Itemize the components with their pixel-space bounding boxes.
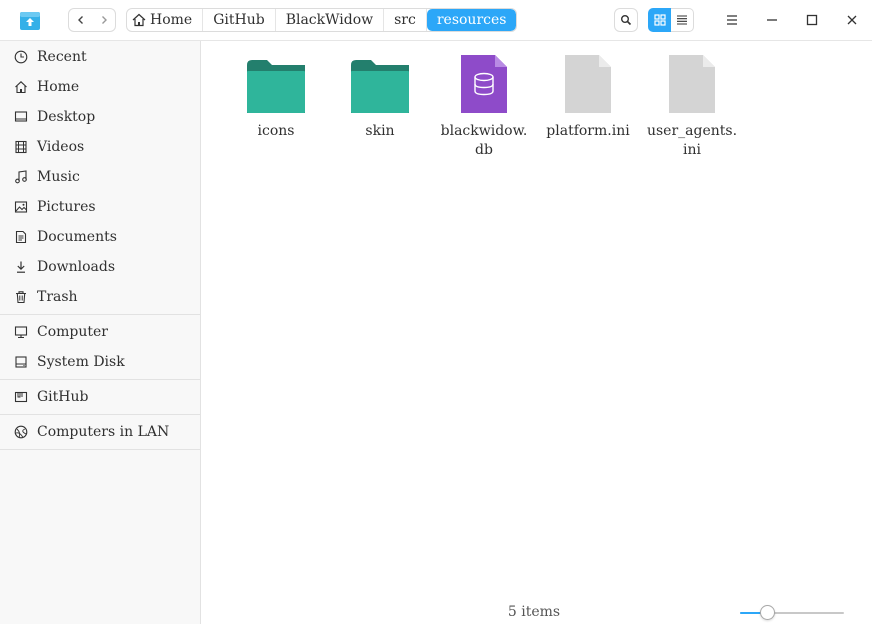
trash-icon [13,289,29,305]
search-icon [621,15,632,26]
breadcrumb-label: src [394,12,416,28]
film-icon [13,139,29,155]
file-item-user-agents-ini[interactable]: user_agents.ini [642,47,742,160]
list-icon [677,15,687,25]
sidebar-item-pictures[interactable]: Pictures [0,192,200,222]
sidebar-item-label: Home [37,79,80,95]
sidebar: Recent Home Desktop Videos Music Picture… [0,41,201,624]
back-button[interactable] [69,9,92,31]
chevron-left-icon [77,16,83,24]
clock-icon [13,49,29,65]
music-note-icon [13,169,29,185]
sidebar-item-label: GitHub [37,389,89,405]
sidebar-item-label: Computers in LAN [37,424,170,440]
breadcrumb-blackwidow[interactable]: BlackWidow [276,9,385,31]
breadcrumb: Home GitHub BlackWidow src resources [126,8,518,32]
breadcrumb-resources[interactable]: resources [426,9,517,31]
sidebar-item-label: Trash [37,289,78,305]
file-name: skin [365,123,395,139]
sidebar-item-desktop[interactable]: Desktop [0,102,200,132]
home-icon [132,13,146,27]
close-button[interactable] [840,8,864,32]
sidebar-item-trash[interactable]: Trash [0,282,200,312]
breadcrumb-label: resources [436,12,507,28]
computer-icon [13,324,29,340]
zoom-slider-handle[interactable] [760,605,776,620]
search-button[interactable] [614,8,638,32]
folder-icon [247,60,305,113]
sidebar-item-home[interactable]: Home [0,72,200,102]
sidebar-item-videos[interactable]: Videos [0,132,200,162]
breadcrumb-src[interactable]: src [384,9,427,31]
sidebar-item-label: Downloads [37,259,116,275]
network-icon [13,424,29,440]
disk-icon [13,354,29,370]
drive-icon [13,389,29,405]
maximize-button[interactable] [800,8,824,32]
sidebar-item-label: Music [37,169,80,185]
file-name: platform.ini [546,123,630,139]
folder-icon [351,60,409,113]
file-item-skin[interactable]: skin [330,47,430,141]
icon-view-button[interactable] [648,8,671,32]
sidebar-item-downloads[interactable]: Downloads [0,252,200,282]
sidebar-item-computers-in-lan[interactable]: Computers in LAN [0,417,200,447]
navigation-buttons [68,8,116,32]
sidebar-item-github[interactable]: GitHub [0,382,200,412]
file-manager-icon[interactable] [19,9,41,31]
sidebar-divider [0,379,200,380]
title-bar: Home GitHub BlackWidow src resources [0,0,872,41]
text-file-icon [565,55,611,113]
file-name: user_agents.ini [646,123,738,158]
sidebar-item-recent[interactable]: Recent [0,42,200,72]
view-mode-toggle [648,8,694,32]
chevron-right-icon [101,16,107,24]
close-icon [847,15,857,25]
sidebar-item-label: Recent [37,49,87,65]
menu-button[interactable] [720,8,744,32]
file-item-platform-ini[interactable]: platform.ini [538,47,638,141]
picture-icon [13,199,29,215]
sidebar-item-computer[interactable]: Computer [0,317,200,347]
sidebar-divider [0,449,200,450]
grid-icon [653,14,666,26]
zoom-slider[interactable] [740,605,844,620]
breadcrumb-label: GitHub [213,12,265,28]
list-view-button[interactable] [671,8,694,32]
file-item-icons[interactable]: icons [226,47,326,141]
desktop-icon [13,109,29,125]
home-icon [13,79,29,95]
sidebar-item-label: Desktop [37,109,96,125]
breadcrumb-label: Home [150,12,193,28]
sidebar-item-music[interactable]: Music [0,162,200,192]
download-icon [13,259,29,275]
forward-button[interactable] [92,9,115,31]
breadcrumb-home[interactable]: Home [127,9,204,31]
database-file-icon [461,55,507,113]
breadcrumb-github[interactable]: GitHub [203,9,276,31]
file-name: blackwidow.db [440,123,528,158]
sidebar-divider [0,314,200,315]
sidebar-item-label: Documents [37,229,117,245]
file-name: icons [257,123,295,139]
breadcrumb-label: BlackWidow [285,12,374,28]
sidebar-item-label: Videos [37,139,85,155]
sidebar-item-documents[interactable]: Documents [0,222,200,252]
sidebar-item-system-disk[interactable]: System Disk [0,347,200,377]
minimize-button[interactable] [760,8,784,32]
sidebar-item-label: Pictures [37,199,96,215]
sidebar-item-label: System Disk [37,354,125,370]
file-item-blackwidow-db[interactable]: blackwidow.db [434,47,534,160]
text-file-icon [669,55,715,113]
file-view: icons skin blackwidow.db platform.ini us… [201,41,872,624]
sidebar-item-label: Computer [37,324,108,340]
minimize-icon [767,19,777,21]
sidebar-divider [0,414,200,415]
maximize-icon [806,14,818,26]
document-icon [13,229,29,245]
hamburger-menu-icon [727,15,737,25]
